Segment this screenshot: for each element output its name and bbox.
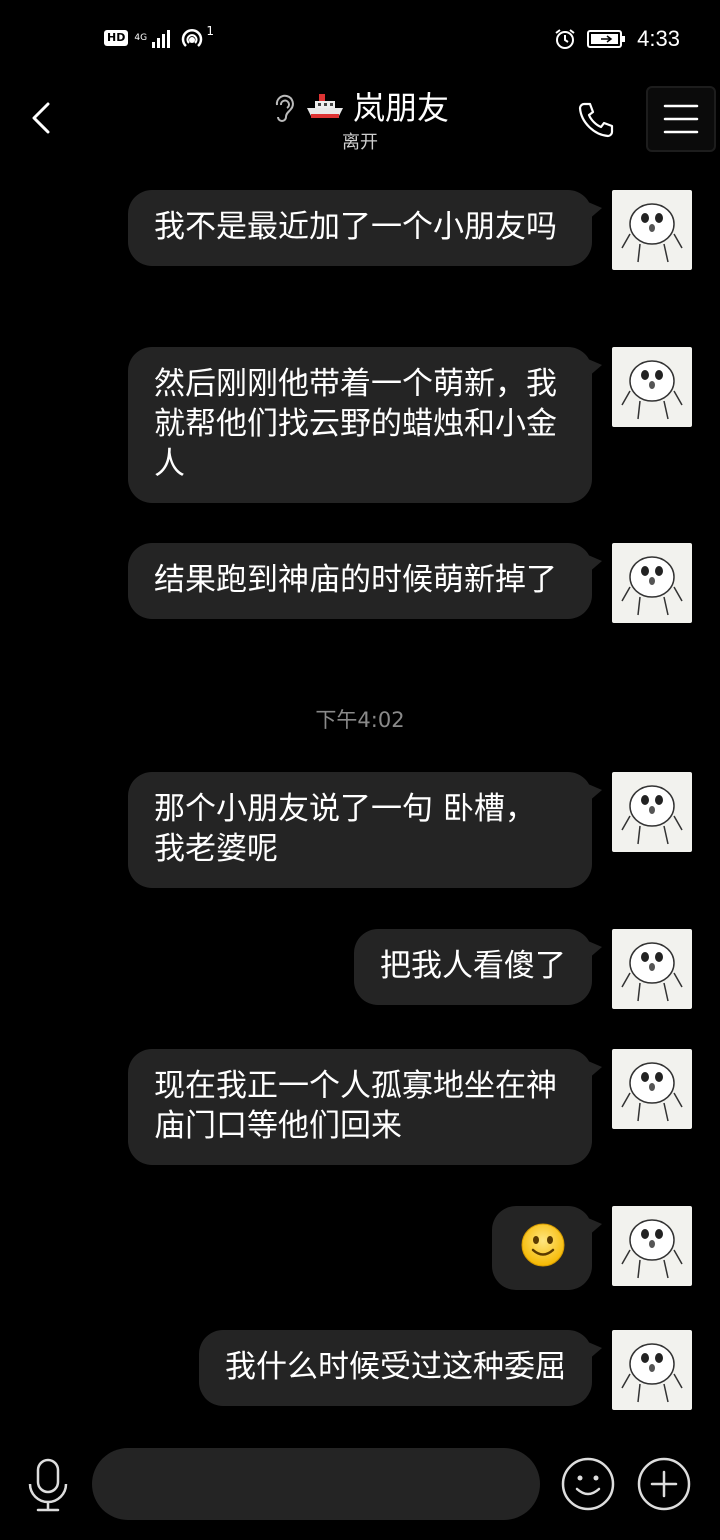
- sticker-avatar-icon: [621, 1219, 683, 1279]
- avatar[interactable]: [612, 543, 692, 623]
- ear-icon: [275, 94, 294, 122]
- message-bubble[interactable]: 那个小朋友说了一句 卧槽，我老婆呢: [128, 772, 602, 888]
- microphone-icon: [28, 1458, 68, 1512]
- sticker-avatar-icon: [621, 203, 683, 263]
- message-bubble[interactable]: 结果跑到神庙的时候萌新掉了: [128, 543, 602, 619]
- message-row: 我不是最近加了一个小朋友吗: [128, 190, 692, 270]
- message-row: [492, 1206, 692, 1290]
- avatar[interactable]: [612, 1330, 692, 1410]
- message-bubble[interactable]: 把我人看傻了: [354, 929, 602, 1005]
- hd-badge: HD: [104, 30, 129, 46]
- hotspot-count: 1: [206, 24, 214, 38]
- alarm-icon: [555, 29, 575, 49]
- emoji-button[interactable]: [560, 1456, 616, 1512]
- avatar[interactable]: [612, 929, 692, 1009]
- message-row: 那个小朋友说了一句 卧槽，我老婆呢: [128, 772, 692, 888]
- signal-icon: [152, 30, 171, 48]
- battery-icon: [587, 30, 626, 48]
- avatar[interactable]: [612, 190, 692, 270]
- network-type-label: 4G: [134, 32, 148, 43]
- avatar[interactable]: [612, 347, 692, 427]
- message-row: 把我人看傻了: [354, 929, 692, 1009]
- chat-title: 岚朋友: [352, 89, 449, 127]
- sticker-avatar-icon: [621, 942, 683, 1002]
- message-row: 结果跑到神庙的时候萌新掉了: [128, 543, 692, 623]
- message-bubble[interactable]: 我不是最近加了一个小朋友吗: [128, 190, 602, 266]
- message-input[interactable]: [92, 1448, 540, 1520]
- voice-button[interactable]: [24, 1456, 72, 1516]
- status-right: 4:33: [553, 26, 680, 52]
- hamburger-menu-icon: [663, 104, 699, 134]
- avatar[interactable]: [612, 1049, 692, 1129]
- sticker-avatar-icon: [621, 556, 683, 616]
- message-bubble[interactable]: 然后刚刚他带着一个萌新，我就帮他们找云野的蜡烛和小金人: [128, 347, 602, 503]
- hotspot-icon: [182, 29, 203, 47]
- message-row: 然后刚刚他带着一个萌新，我就帮他们找云野的蜡烛和小金人: [128, 347, 692, 503]
- sticker-avatar-icon: [621, 1062, 683, 1122]
- status-left: HD 4G 1: [104, 24, 214, 50]
- message-row: 现在我正一个人孤寡地坐在神庙门口等他们回来: [128, 1049, 692, 1165]
- avatar[interactable]: [612, 772, 692, 852]
- input-bar: [0, 1440, 720, 1540]
- sticker-avatar-icon: [621, 1343, 683, 1403]
- message-bubble[interactable]: 现在我正一个人孤寡地坐在神庙门口等他们回来: [128, 1049, 602, 1165]
- message-bubble[interactable]: 我什么时候受过这种委屈: [199, 1330, 602, 1406]
- call-button[interactable]: [574, 98, 618, 142]
- phone-icon: [578, 102, 614, 138]
- ship-emoji-icon: [306, 94, 343, 118]
- status-time: 4:33: [637, 26, 680, 51]
- message-row: 我什么时候受过这种委屈: [199, 1330, 692, 1410]
- emoji-message-bubble[interactable]: [492, 1206, 602, 1290]
- chat-header: 岚朋友 离开: [0, 84, 720, 164]
- message-timestamp: 下午4:02: [315, 708, 405, 732]
- smiley-face-icon: [561, 1457, 615, 1511]
- smile-emoji-icon: [521, 1223, 565, 1267]
- status-bar: HD 4G 1 4:33: [0, 0, 720, 84]
- sticker-avatar-icon: [621, 785, 683, 845]
- more-button[interactable]: [636, 1456, 692, 1512]
- sticker-avatar-icon: [621, 360, 683, 420]
- plus-circle-icon: [637, 1457, 691, 1511]
- avatar[interactable]: [612, 1206, 692, 1286]
- menu-button[interactable]: [646, 86, 716, 152]
